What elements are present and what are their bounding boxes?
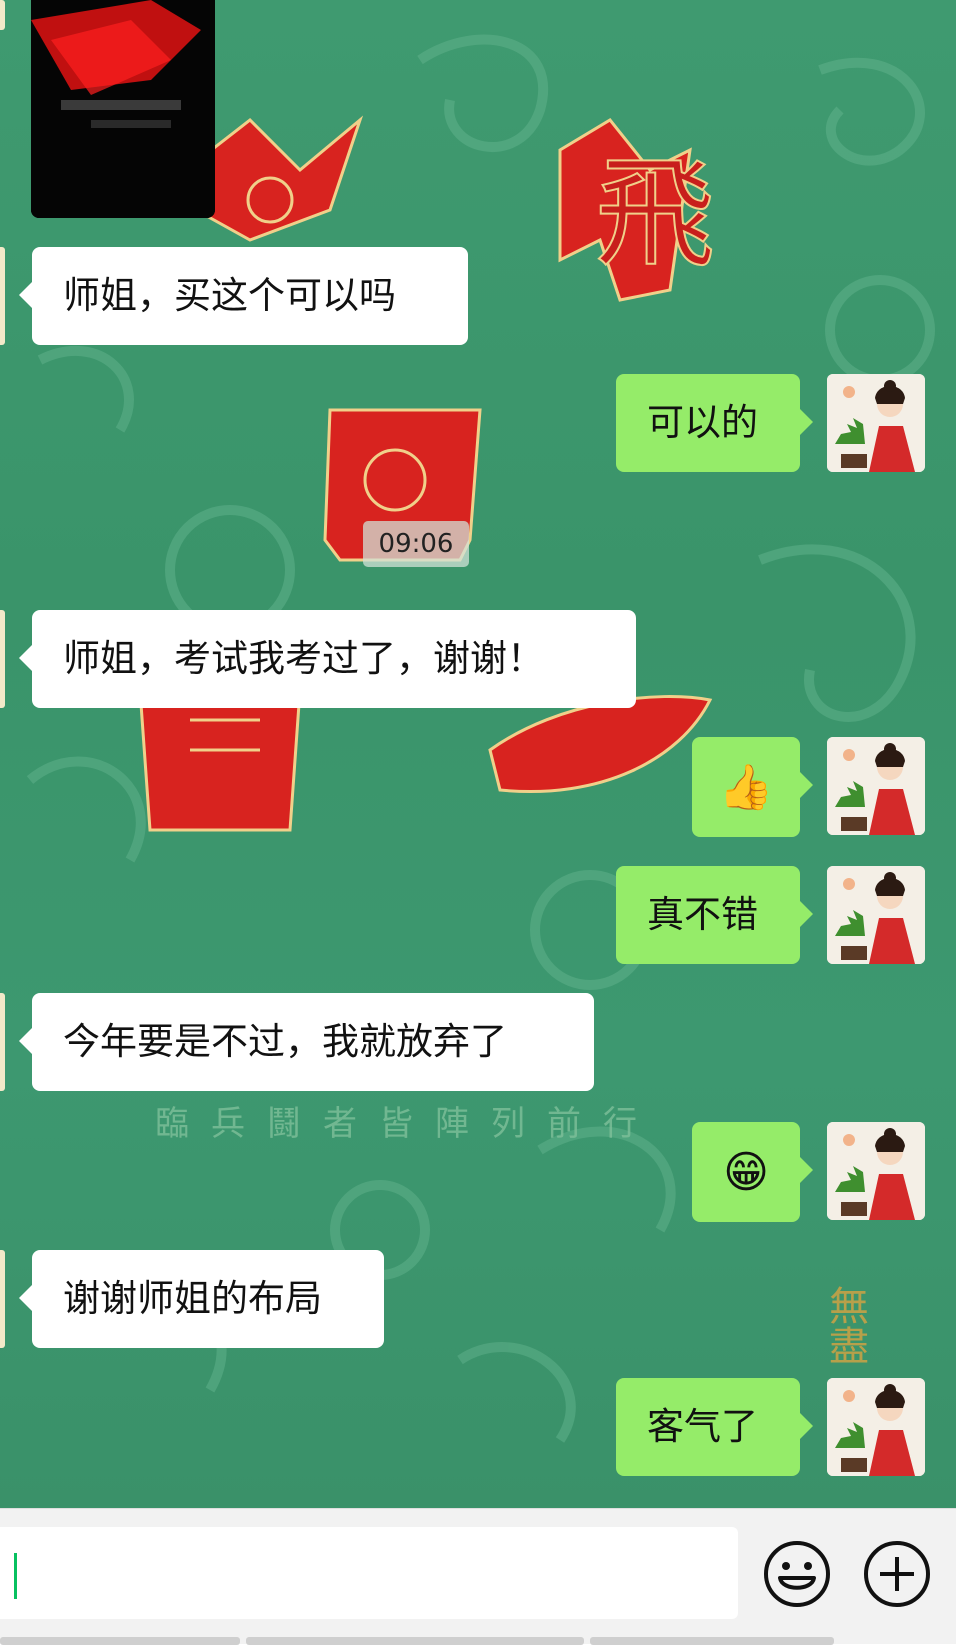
contact-avatar[interactable]	[0, 993, 5, 1091]
self-avatar[interactable]	[827, 737, 925, 835]
wallpaper-side-text: 無盡	[822, 1285, 868, 1365]
contact-avatar[interactable]	[0, 0, 5, 30]
wallpaper-subtitle: 臨兵鬪者皆陣列前行	[155, 1104, 659, 1144]
contact-avatar[interactable]	[0, 247, 5, 345]
avatar-portrait	[827, 374, 925, 472]
message-bubble-incoming[interactable]: 师姐，买这个可以吗	[19, 247, 468, 345]
text-caret	[14, 1553, 17, 1599]
image-message-thumbnail[interactable]	[31, 0, 215, 218]
contact-avatar[interactable]	[0, 1250, 5, 1348]
more-button[interactable]	[862, 1539, 932, 1609]
contact-avatar[interactable]	[0, 610, 5, 708]
self-avatar[interactable]	[827, 1378, 925, 1476]
thumbnail-graphic	[31, 0, 215, 218]
self-avatar[interactable]	[827, 374, 925, 472]
avatar-portrait	[827, 1378, 925, 1476]
avatar-portrait	[827, 1122, 925, 1220]
message-bubble-incoming[interactable]: 谢谢师姐的布局	[19, 1250, 384, 1348]
emoji-icon	[764, 1541, 830, 1607]
input-bar	[0, 1508, 956, 1645]
message-timestamp: 09:06	[363, 521, 469, 567]
chat-area[interactable]: 飛 臨兵鬪者皆陣列前行 無盡 师姐，买这个可以吗 可以的 09:06 师姐，考试…	[0, 0, 956, 1508]
message-bubble-outgoing[interactable]: 可以的	[616, 374, 813, 472]
plus-icon	[864, 1541, 930, 1607]
wallpaper-big-char: 飛	[595, 145, 715, 284]
message-bubble-outgoing[interactable]: 👍	[692, 737, 813, 837]
avatar-portrait	[827, 866, 925, 964]
message-bubble-outgoing[interactable]: 客气了	[616, 1378, 813, 1476]
emoji-button[interactable]	[762, 1539, 832, 1609]
self-avatar[interactable]	[827, 866, 925, 964]
message-input[interactable]	[0, 1527, 738, 1619]
grin-emoji: 😁	[723, 1146, 769, 1198]
avatar-portrait	[827, 737, 925, 835]
message-bubble-incoming[interactable]: 师姐，考试我考过了，谢谢！	[19, 610, 636, 708]
thumbs-up-emoji: 👍	[718, 761, 774, 813]
message-bubble-outgoing[interactable]: 真不错	[616, 866, 813, 964]
message-bubble-incoming[interactable]: 今年要是不过，我就放弃了	[19, 993, 594, 1091]
message-bubble-outgoing[interactable]: 😁	[692, 1122, 813, 1222]
self-avatar[interactable]	[827, 1122, 925, 1220]
